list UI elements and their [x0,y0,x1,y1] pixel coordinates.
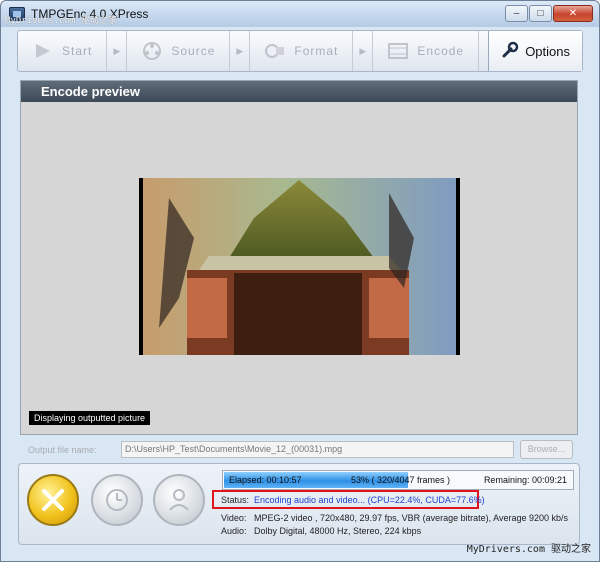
encode-control-area: Elapsed: 00:10:57 53% ( 320/4047 frames … [18,463,580,545]
wizard-toolbar: Start ▶ Source ▶ Format ▶ Encode Options [17,30,583,72]
format-button[interactable]: Format [250,31,354,71]
film-icon [264,41,286,61]
preview-area: Displaying outputted picture [21,102,577,434]
maximize-button[interactable]: □ [529,5,552,22]
close-button[interactable]: ✕ [553,5,593,22]
encode-preview-panel: Encode preview Displaying outputted pict… [20,80,578,435]
app-window: TMPGEnc 4.0 XPress – □ ✕ MyDrivers.com 驱… [0,0,600,562]
wrench-icon [501,41,519,62]
reel-icon [141,41,163,61]
status-value: Encoding audio and video... (CPU=22.4%, … [254,495,485,505]
video-label: Video: [221,513,247,523]
options-button[interactable]: Options [488,31,582,71]
source-button[interactable]: Source [127,31,231,71]
watermark-top: MyDrivers.com 驱动之家 [5,16,117,26]
output-file-field[interactable]: D:\Users\HP_Test\Documents\Movie_12_(000… [121,441,514,458]
remaining-time: Remaining: 00:09:21 [483,475,567,485]
source-label: Source [171,44,216,58]
format-label: Format [294,44,339,58]
person-icon [169,489,189,511]
minimize-button[interactable]: – [505,5,528,22]
status-label: Status: [221,495,250,505]
output-file-label: Output file name: [28,445,97,455]
encode-button[interactable]: Encode [373,31,480,71]
video-value: MPEG-2 video , 720x480, 29.97 fps, VBR (… [254,513,569,523]
audio-label: Audio: [221,526,247,536]
start-button[interactable]: Start [18,31,108,71]
encode-label: Encode [417,44,465,58]
options-label: Options [525,43,570,59]
clock-icon [106,489,128,511]
cancel-encode-button[interactable] [27,474,79,526]
clock-button[interactable] [91,474,143,526]
window-controls: – □ ✕ [505,5,593,22]
shutdown-button[interactable] [153,474,205,526]
chevron-right-icon: ▶ [353,31,374,71]
play-icon [32,41,54,61]
chevron-right-icon: ▶ [107,31,128,71]
filmstrip-icon [387,41,409,61]
start-label: Start [62,44,93,58]
panel-title: Encode preview [21,81,577,102]
audio-value: Dolby Digital, 48000 Hz, Stereo, 224 kbp… [254,526,422,536]
chevron-right-icon: ▶ [230,31,251,71]
preview-caption: Displaying outputted picture [29,411,151,425]
x-icon [42,489,64,511]
video-preview-image [139,178,460,355]
elapsed-time: Elapsed: 00:10:57 [229,475,302,485]
progress-bar: Elapsed: 00:10:57 53% ( 320/4047 frames … [222,470,574,490]
browse-button[interactable]: Browse... [520,440,573,459]
watermark-bottom: MyDrivers.com 驱动之家 [466,544,591,555]
progress-frames: 53% ( 320/4047 frames ) [351,475,451,485]
